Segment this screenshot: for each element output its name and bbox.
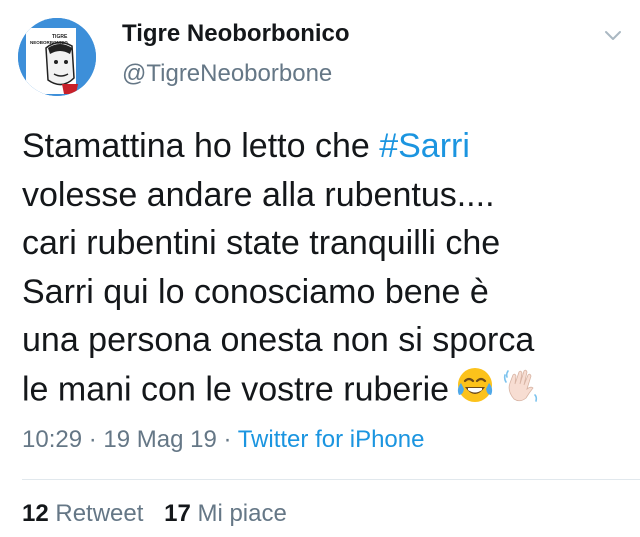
chevron-down-icon[interactable] bbox=[598, 24, 628, 48]
tweet-line: le mani con le vostre ruberie bbox=[22, 365, 632, 414]
tears-of-joy-emoji bbox=[455, 365, 495, 419]
likes-count: 17 bbox=[164, 500, 191, 527]
avatar[interactable]: TIGRE NEOBORBONICO bbox=[18, 18, 96, 96]
retweets-stat[interactable]: 12 Retweet bbox=[22, 500, 143, 527]
avatar-text-2: NEOBORBONICO bbox=[30, 40, 68, 45]
tweet-line: Stamattina ho letto che #Sarri bbox=[22, 122, 632, 171]
user-handle[interactable]: @TigreNeoborbone bbox=[122, 58, 332, 90]
display-name[interactable]: Tigre Neoborbonico bbox=[122, 18, 350, 50]
tweet-line: volesse andare alla rubentus.... bbox=[22, 175, 495, 214]
tweet-source-link[interactable]: Twitter for iPhone bbox=[238, 426, 425, 453]
tweet-line-text: le mani con le vostre ruberie bbox=[22, 370, 450, 409]
tweet-line-text: Stamattina ho letto che bbox=[22, 127, 380, 165]
divider bbox=[22, 479, 640, 480]
tweet-meta: 10:29 · 19 Mag 19 · Twitter for iPhone bbox=[22, 424, 424, 456]
tweet-line: una persona onesta non si sporca bbox=[22, 321, 535, 359]
retweets-count: 12 bbox=[22, 500, 49, 527]
likes-label: Mi piace bbox=[197, 500, 287, 527]
tweet-line: cari rubentini state tranquilli che bbox=[22, 224, 501, 262]
meta-separator: · bbox=[82, 426, 104, 453]
waving-hand-emoji bbox=[501, 365, 541, 419]
tweet-date[interactable]: 19 Mag 19 bbox=[103, 426, 216, 453]
hashtag-link[interactable]: #Sarri bbox=[379, 127, 470, 165]
avatar-image: TIGRE NEOBORBONICO bbox=[18, 18, 96, 96]
tweet-stats: 12 Retweet 17 Mi piace bbox=[22, 498, 301, 530]
retweets-label: Retweet bbox=[55, 500, 144, 527]
tweet-line: Sarri qui lo conosciamo bene è bbox=[22, 272, 489, 311]
meta-separator: · bbox=[216, 426, 238, 453]
tweet-text: Stamattina ho letto che #Sarri volesse a… bbox=[22, 122, 632, 413]
likes-stat[interactable]: 17 Mi piace bbox=[164, 500, 287, 527]
tweet-time[interactable]: 10:29 bbox=[22, 426, 82, 453]
